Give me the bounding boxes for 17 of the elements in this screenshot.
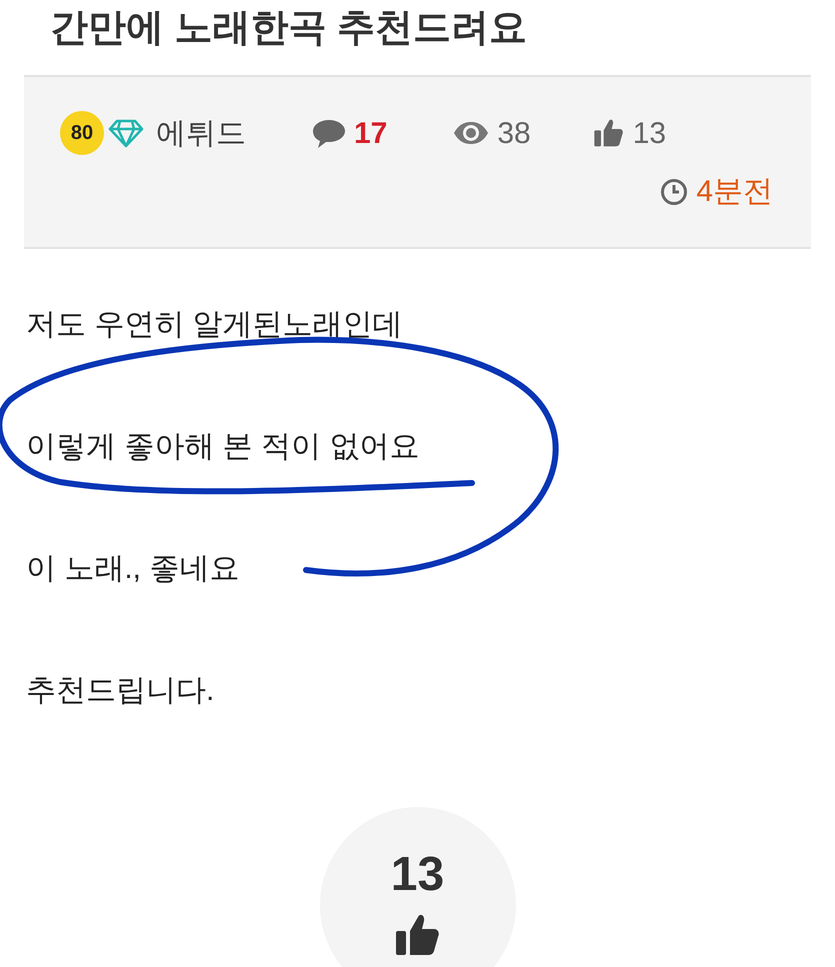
diamond-icon [108,118,144,148]
like-button[interactable]: 13 [320,807,516,967]
body-text: 저도 우연히 알게된노래인데 [26,307,404,343]
view-count: 38 [497,116,531,152]
comment-count: 17 [354,116,388,152]
eye-icon [453,121,490,145]
speech-bubble-icon [312,117,346,149]
body-text: 추천드립니다. [26,673,216,709]
post-time: 4분전 [696,174,773,210]
like-count: 13 [632,116,666,152]
post-title: 간만에 노래한곡 추천드려요 [50,6,528,51]
clock-icon [660,178,688,206]
thumbs-up-icon [592,117,625,149]
body-text: 이렇게 좋아해 본 적이 없어요 [26,429,420,465]
body-text: 이 노래., 좋네요 [26,551,240,587]
author-name[interactable]: 에튀드 [156,110,246,156]
level-badge: 80 [60,111,104,155]
